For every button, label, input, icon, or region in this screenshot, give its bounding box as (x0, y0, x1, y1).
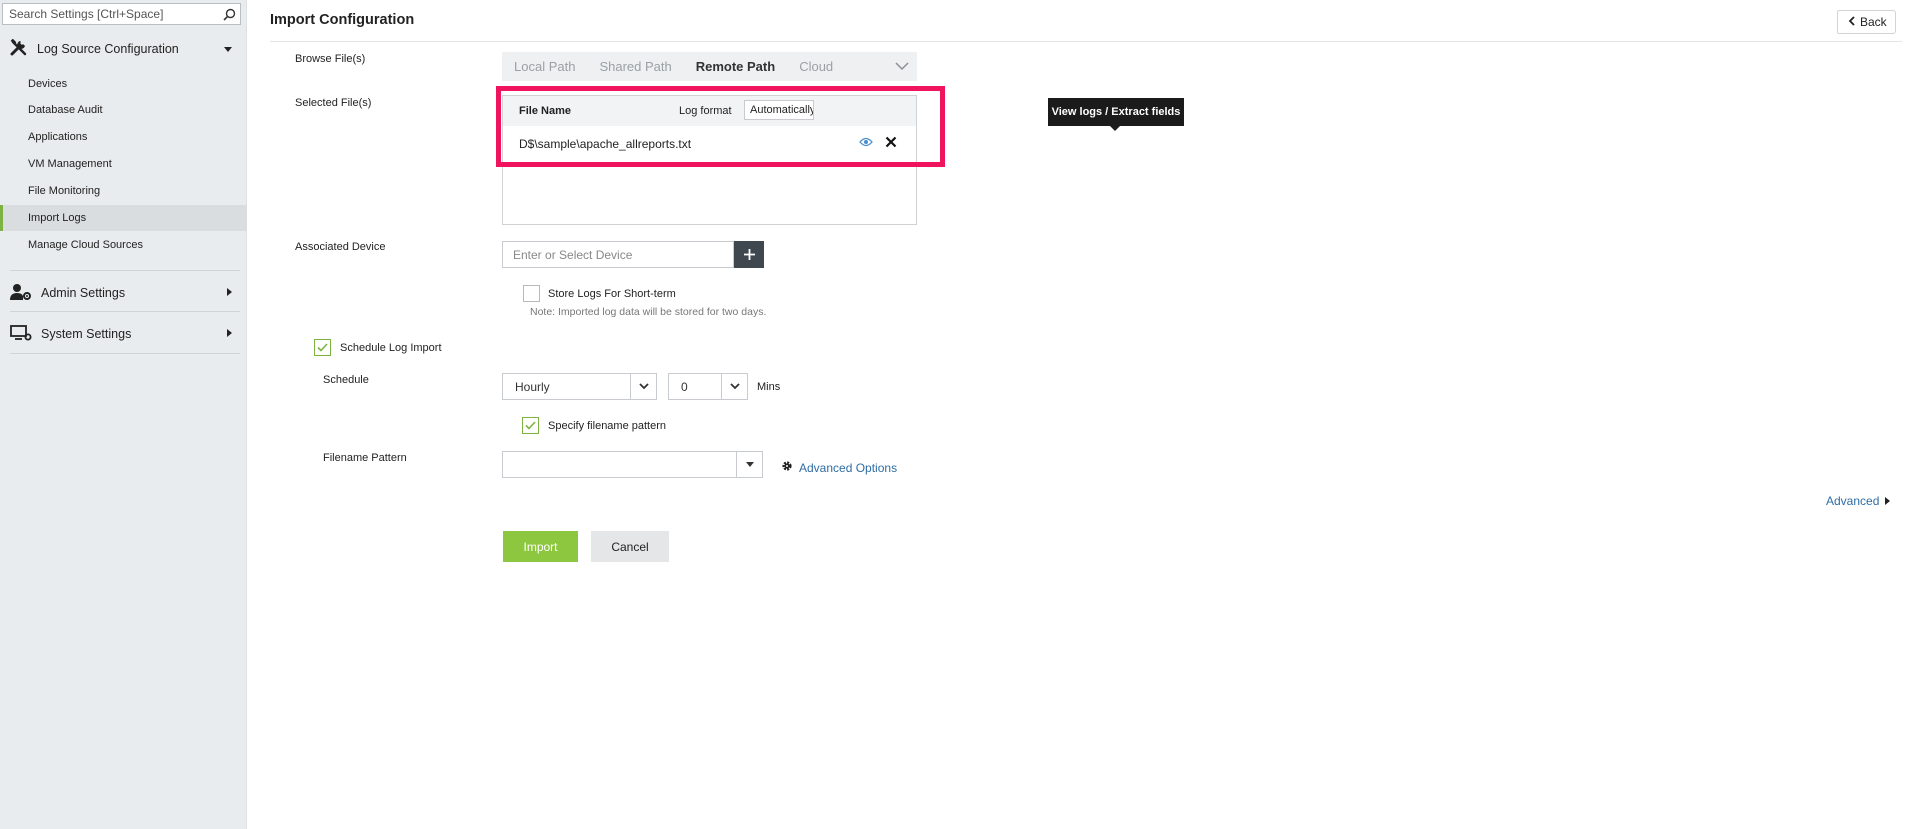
selected-files-table: File Name Log format Automatically D$\sa… (502, 95, 917, 225)
file-path: D$\sample\apache_allreports.txt (519, 137, 692, 151)
schedule-value: Hourly (515, 379, 550, 394)
nav-group-admin-settings[interactable]: Admin Settings (10, 282, 240, 304)
nav-group-log-source[interactable]: Log Source Configuration (10, 38, 240, 60)
col-log-format: Log format (679, 105, 732, 117)
nav-group-label: Admin Settings (41, 286, 126, 300)
import-button[interactable]: Import (503, 531, 578, 562)
sidebar-item-applications[interactable]: Applications (0, 124, 247, 150)
tab-shared-path[interactable]: Shared Path (587, 59, 683, 74)
associated-device-label: Associated Device (295, 241, 386, 253)
caret-down-icon[interactable] (736, 452, 762, 477)
browse-files-label: Browse File(s) (295, 53, 366, 65)
selected-files-label: Selected File(s) (295, 97, 372, 109)
table-header: File Name Log format Automatically (503, 96, 916, 126)
nav-divider (10, 311, 240, 312)
caret-down-icon (224, 43, 232, 55)
monitor-gear-icon (10, 324, 32, 345)
schedule-import-label: Schedule Log Import (340, 342, 442, 354)
check-icon (317, 343, 328, 352)
main-content: Import Configuration Back Browse File(s)… (247, 0, 1918, 829)
tools-icon (10, 38, 28, 60)
back-label: Back (1860, 15, 1887, 29)
sidebar-item-vm-management[interactable]: VM Management (0, 151, 247, 177)
mins-value: 0 (681, 379, 688, 394)
sidebar-item-database-audit[interactable]: Database Audit (0, 97, 247, 123)
search-icon[interactable] (218, 4, 240, 24)
advanced-label: Advanced (1826, 494, 1880, 508)
tooltip-view-logs: View logs / Extract fields (1048, 98, 1184, 131)
store-logs-checkbox[interactable] (523, 285, 540, 302)
schedule-import-checkbox[interactable] (314, 339, 331, 356)
advanced-options-link[interactable]: Advanced Options (781, 460, 897, 475)
table-row: D$\sample\apache_allreports.txt (503, 126, 916, 162)
caret-right-icon (227, 328, 232, 340)
chevron-left-icon (1848, 15, 1855, 29)
gear-icon (781, 460, 793, 475)
plus-icon (743, 249, 755, 260)
caret-right-icon (227, 287, 232, 299)
tab-cloud[interactable]: Cloud (787, 59, 845, 74)
close-icon[interactable] (885, 136, 897, 151)
store-logs-label: Store Logs For Short-term (548, 288, 676, 300)
advanced-link[interactable]: Advanced (1826, 494, 1891, 508)
schedule-label: Schedule (323, 374, 369, 386)
chevron-down-icon[interactable] (895, 59, 909, 76)
sidebar-item-manage-cloud-sources[interactable]: Manage Cloud Sources (0, 232, 247, 258)
settings-search (2, 3, 241, 25)
eye-icon[interactable] (859, 137, 873, 150)
filename-pattern-select[interactable] (502, 451, 763, 478)
tab-local-path[interactable]: Local Path (502, 59, 587, 74)
title-divider (270, 41, 1902, 42)
filename-pattern-label: Filename Pattern (323, 452, 407, 464)
nav-divider (10, 270, 240, 271)
page-title: Import Configuration (270, 12, 415, 28)
mins-select[interactable]: 0 (668, 373, 748, 400)
path-tabs: Local Path Shared Path Remote Path Cloud (502, 52, 917, 81)
schedule-select[interactable]: Hourly (502, 373, 657, 400)
sidebar-item-file-monitoring[interactable]: File Monitoring (0, 178, 247, 204)
store-logs-note: Note: Imported log data will be stored f… (530, 306, 767, 318)
user-gear-icon (10, 283, 32, 304)
nav-divider (10, 353, 240, 354)
sidebar-item-import-logs[interactable]: Import Logs (0, 205, 247, 231)
tab-remote-path[interactable]: Remote Path (684, 59, 787, 74)
log-format-select[interactable]: Automatically (744, 100, 814, 120)
mins-unit: Mins (757, 381, 781, 393)
specify-pattern-checkbox[interactable] (522, 417, 539, 434)
back-button[interactable]: Back (1837, 10, 1896, 34)
nav-group-label: Log Source Configuration (37, 42, 179, 56)
settings-sidebar: Log Source Configuration Devices Databas… (0, 0, 247, 829)
sidebar-item-devices[interactable]: Devices (0, 71, 247, 97)
add-device-button[interactable] (734, 241, 764, 268)
cancel-button[interactable]: Cancel (591, 531, 669, 562)
col-file-name: File Name (519, 105, 571, 117)
caret-right-icon (1885, 494, 1891, 508)
specify-pattern-label: Specify filename pattern (548, 420, 667, 432)
nav-group-system-settings[interactable]: System Settings (10, 323, 240, 345)
chevron-down-icon[interactable] (630, 374, 656, 399)
check-icon (525, 421, 536, 430)
settings-search-input[interactable] (3, 4, 218, 24)
device-input[interactable] (502, 241, 734, 268)
advanced-options-label: Advanced Options (799, 460, 898, 475)
chevron-down-icon[interactable] (721, 374, 747, 399)
nav-group-label: System Settings (41, 327, 132, 341)
